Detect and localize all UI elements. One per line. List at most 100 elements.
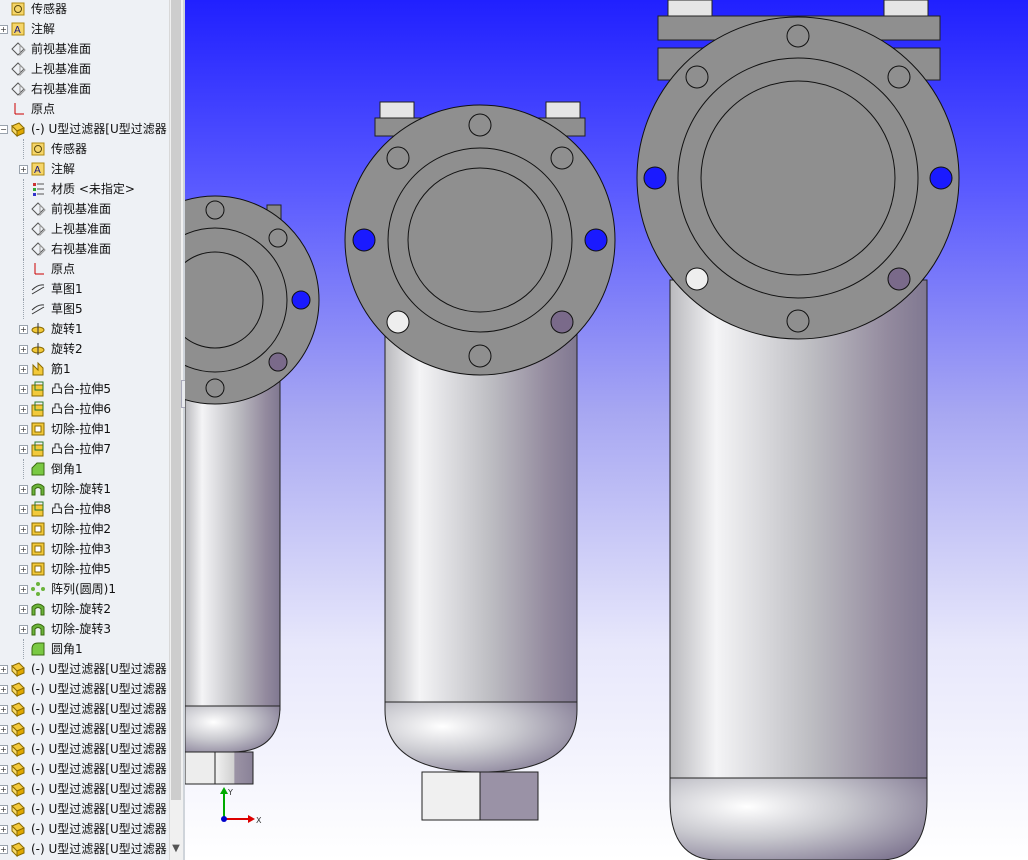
part-icon (10, 741, 26, 758)
expand-icon[interactable]: + (0, 665, 8, 674)
tree-item[interactable]: + 凸台-拉伸7 (0, 439, 169, 459)
tree-item[interactable]: + 切除-拉伸2 (0, 519, 169, 539)
tree-item[interactable]: + 凸台-拉伸5 (0, 379, 169, 399)
tree-item[interactable]: 圆角1 (0, 639, 169, 659)
filter-model-middle[interactable] (344, 101, 616, 821)
expand-icon[interactable]: + (0, 805, 8, 814)
tree-item[interactable]: + (-) U型过滤器[U型过滤器 (0, 739, 169, 759)
expand-icon[interactable]: + (0, 725, 8, 734)
expand-icon[interactable]: + (19, 425, 28, 434)
tree-scrollbar-thumb[interactable] (171, 0, 181, 800)
tree-item[interactable]: + (-) U型过滤器[U型过滤器 (0, 819, 169, 839)
expand-icon[interactable]: + (19, 565, 28, 574)
revolve-icon (30, 341, 46, 357)
expand-icon[interactable]: + (0, 825, 8, 834)
tree-item[interactable]: + 旋转1 (0, 319, 169, 339)
tree-item[interactable]: + 凸台-拉伸6 (0, 399, 169, 419)
expand-icon[interactable]: + (19, 365, 28, 374)
cut-revolve-icon (30, 601, 46, 617)
expand-icon[interactable]: + (19, 405, 28, 414)
tree-item-label: 凸台-拉伸8 (51, 502, 111, 516)
scroll-down-arrow-icon[interactable]: ▼ (170, 842, 182, 856)
expand-icon[interactable]: + (19, 605, 28, 614)
tree-item[interactable]: 上视基准面 (0, 219, 169, 239)
tree-item[interactable]: + 切除-旋转3 (0, 619, 169, 639)
expand-icon[interactable]: + (19, 345, 28, 354)
expand-icon[interactable]: + (19, 385, 28, 394)
tree-item[interactable]: 右视基准面 (0, 79, 169, 99)
plane-icon (10, 41, 26, 57)
expand-icon[interactable]: + (19, 505, 28, 514)
tree-item[interactable]: 前视基准面 (0, 39, 169, 59)
expand-icon[interactable]: + (19, 165, 28, 174)
expand-icon[interactable]: + (19, 585, 28, 594)
tree-item[interactable]: + 旋转2 (0, 339, 169, 359)
expand-icon[interactable]: + (19, 525, 28, 534)
graphics-viewport[interactable] (185, 0, 1028, 860)
tree-item[interactable]: 传感器 (0, 0, 169, 19)
tree-item[interactable]: + (-) U型过滤器[U型过滤器 (0, 679, 169, 699)
tree-item-label: (-) U型过滤器[U型过滤器 (31, 842, 167, 856)
expand-icon[interactable]: + (19, 445, 28, 454)
tree-item[interactable]: 前视基准面 (0, 199, 169, 219)
tree-item[interactable]: + 切除-拉伸3 (0, 539, 169, 559)
tree-item[interactable]: + 切除-旋转1 (0, 479, 169, 499)
part-icon (10, 841, 26, 858)
part-icon (10, 801, 26, 818)
expand-icon[interactable]: + (19, 545, 28, 554)
expand-icon[interactable]: + (0, 765, 8, 774)
tree-item[interactable]: 材质 <未指定> (0, 179, 169, 199)
tree-item[interactable]: − (-) U型过滤器[U型过滤器 (0, 119, 169, 139)
part-icon (10, 661, 26, 678)
tree-item[interactable]: + A 注解 (0, 159, 169, 179)
boss-extrude-icon (30, 381, 46, 397)
tree-item[interactable]: + (-) U型过滤器[U型过滤器 (0, 699, 169, 719)
tree-item[interactable]: 原点 (0, 259, 169, 279)
expand-icon[interactable]: + (19, 625, 28, 634)
tree-item[interactable]: + 阵列(圆周)1 (0, 579, 169, 599)
expand-icon[interactable]: + (19, 325, 28, 334)
expand-icon[interactable]: + (0, 685, 8, 694)
tree-item[interactable]: + (-) U型过滤器[U型过滤器 (0, 839, 169, 859)
tree-line (23, 139, 24, 159)
tree-item[interactable]: 上视基准面 (0, 59, 169, 79)
expand-icon[interactable]: + (19, 485, 28, 494)
tree-item-label: 右视基准面 (31, 82, 92, 96)
filter-model-right[interactable] (636, 0, 960, 860)
expand-icon[interactable]: + (0, 845, 8, 854)
tree-item[interactable]: 右视基准面 (0, 239, 169, 259)
tree-item[interactable]: + (-) U型过滤器[U型过滤器 (0, 719, 169, 739)
tree-item[interactable]: + (-) U型过滤器[U型过滤器 (0, 799, 169, 819)
origin-icon (30, 261, 46, 277)
material-icon (30, 181, 46, 197)
plane-icon (30, 241, 46, 257)
tree-item-label: 注解 (51, 162, 76, 176)
tree-item[interactable]: + (-) U型过滤器[U型过滤器 (0, 779, 169, 799)
collapse-icon[interactable]: − (0, 125, 8, 134)
tree-item[interactable]: + 切除-拉伸1 (0, 419, 169, 439)
tree-item-label: 阵列(圆周)1 (51, 582, 116, 596)
tree-item[interactable]: 草图1 (0, 279, 169, 299)
tree-item[interactable]: + (-) U型过滤器[U型过滤器 (0, 659, 169, 679)
expand-icon[interactable]: + (0, 785, 8, 794)
tree-item-label: (-) U型过滤器[U型过滤器 (31, 802, 167, 816)
part-icon (10, 681, 26, 698)
tree-item[interactable]: + 切除-旋转2 (0, 599, 169, 619)
tree-item[interactable]: + 凸台-拉伸8 (0, 499, 169, 519)
expand-icon[interactable]: + (0, 705, 8, 714)
tree-item[interactable]: 草图5 (0, 299, 169, 319)
tree-item[interactable]: 传感器 (0, 139, 169, 159)
filter-model-left[interactable] (185, 195, 320, 785)
tree-item[interactable]: 原点 (0, 99, 169, 119)
origin-icon (10, 101, 26, 117)
tree-item[interactable]: + (-) U型过滤器[U型过滤器 (0, 759, 169, 779)
expand-icon[interactable]: + (0, 745, 8, 754)
tree-item[interactable]: 倒角1 (0, 459, 169, 479)
plane-icon (10, 61, 26, 77)
tree-item-label: (-) U型过滤器[U型过滤器 (31, 782, 167, 796)
tree-item[interactable]: + 筋1 (0, 359, 169, 379)
tree-item[interactable]: + 切除-拉伸5 (0, 559, 169, 579)
expand-icon[interactable]: + (0, 25, 8, 34)
feature-manager-tree[interactable]: 传感器 + A 注解 前视基准面 上视基准面 右视基准面 原点 − (-) U型过滤器[U型过滤器… (0, 0, 169, 860)
tree-item[interactable]: + A 注解 (0, 19, 169, 39)
